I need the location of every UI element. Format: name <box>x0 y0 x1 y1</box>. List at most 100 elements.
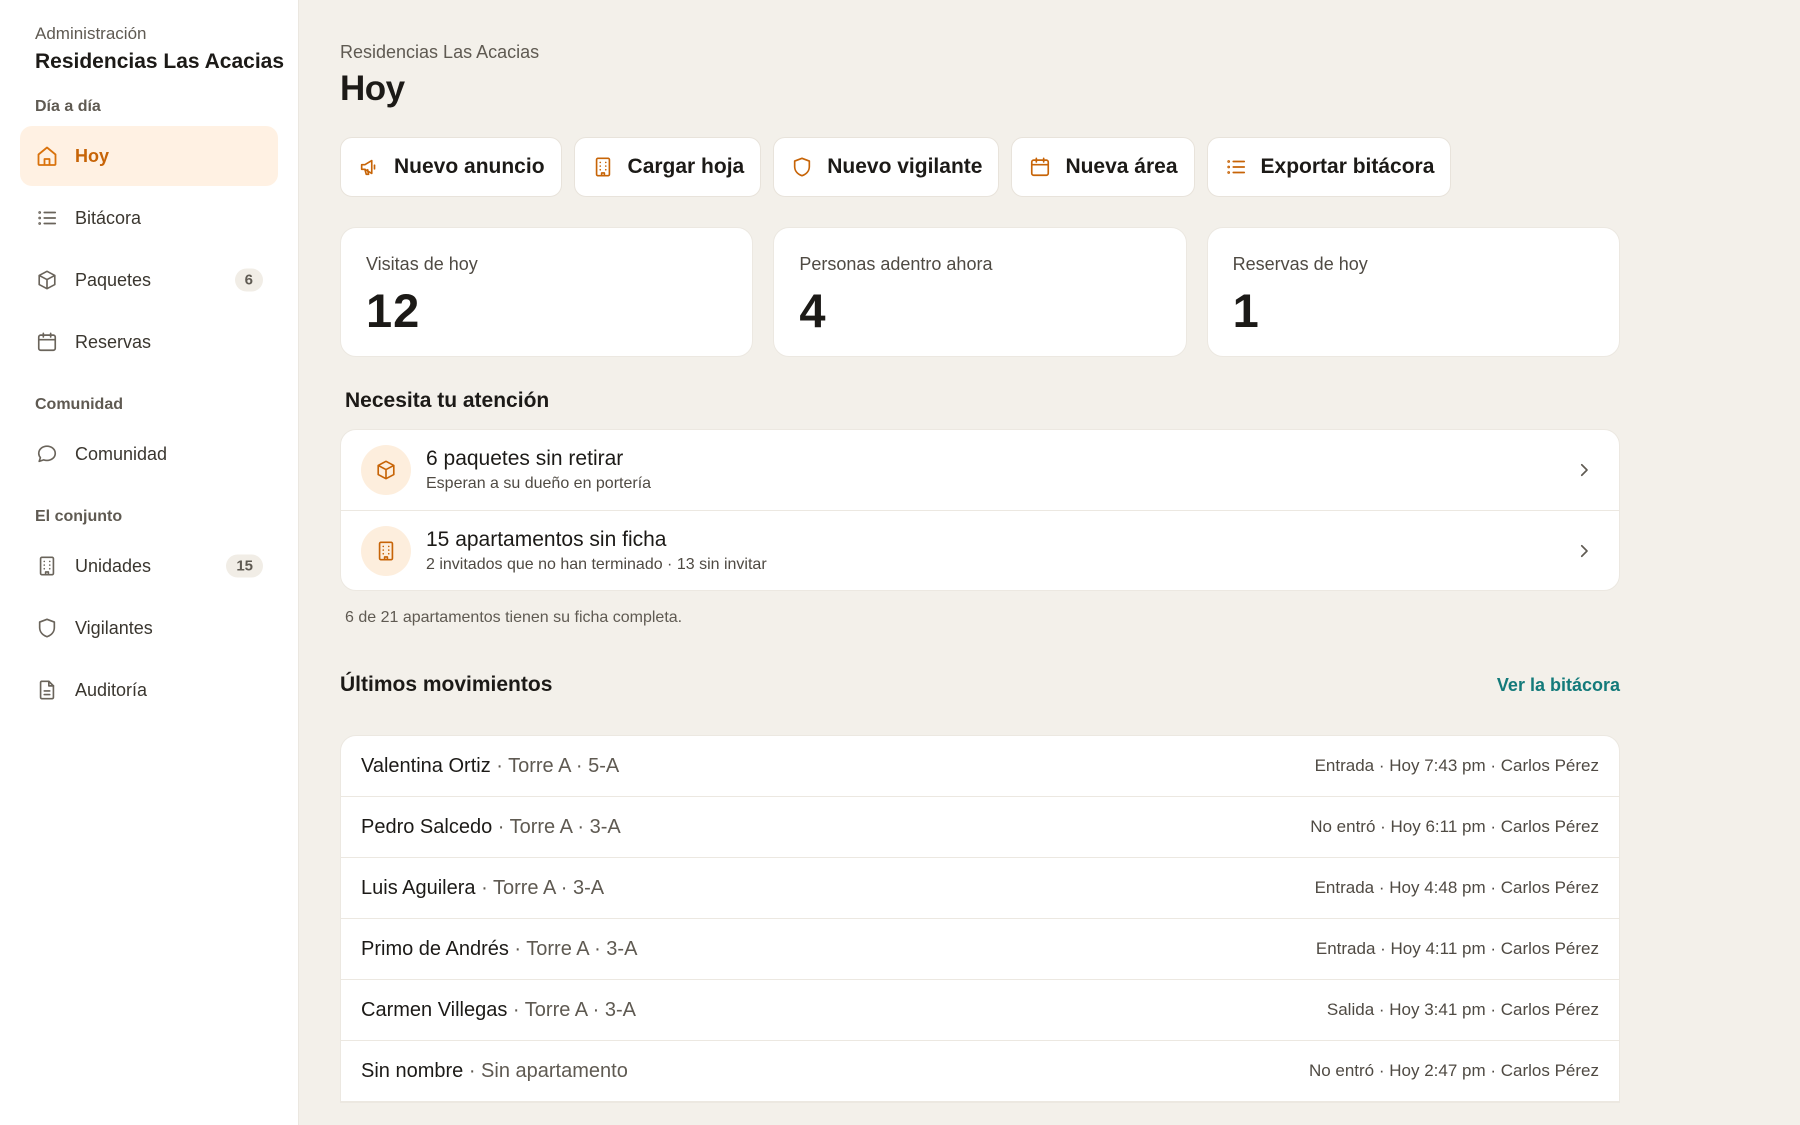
attention-item-units[interactable]: 15 apartamentos sin ficha 2 invitados qu… <box>341 510 1619 590</box>
list-item[interactable]: Carmen Villegas · Torre A · 3-A Salida ·… <box>341 980 1619 1041</box>
page-title: Hoy <box>340 69 405 108</box>
list-item[interactable]: Luis Aguilera · Torre A · 3-A Entrada · … <box>341 858 1619 919</box>
movement-location: · Torre A · 3-A <box>508 937 638 960</box>
sidebar-item-auditoria[interactable]: Auditoría <box>20 660 278 720</box>
stat-value: 1 <box>1232 284 1260 337</box>
completion-note: 6 de 21 apartamentos tienen su ficha com… <box>345 609 683 626</box>
sidebar-item-bitacora[interactable]: Bitácora <box>20 188 278 248</box>
quick-actions: Nuevo anuncio Cargar hoja Nuevo vigilant… <box>340 137 1800 197</box>
sidebar-item-paquetes[interactable]: Paquetes 6 <box>20 250 278 310</box>
section-label-el-conjunto: El conjunto <box>35 508 123 525</box>
building-icon <box>35 554 59 578</box>
movement-person: Valentina Ortiz · Torre A · 5-A <box>361 755 619 778</box>
movement-person: Carmen Villegas · Torre A · 3-A <box>361 999 636 1022</box>
org-kicker: Administración <box>35 24 147 43</box>
movement-location: · Torre A · 3-A <box>475 876 605 899</box>
sidebar-item-unidades[interactable]: Unidades 15 <box>20 536 278 596</box>
sidebar-item-reservas[interactable]: Reservas <box>20 312 278 372</box>
sidebar-item-hoy[interactable]: Hoy <box>20 126 278 186</box>
stat-value: 4 <box>799 284 827 337</box>
stat-label: Visitas de hoy <box>366 254 478 274</box>
sidebar-item-label: Reservas <box>75 331 152 352</box>
stat-card-people-inside: Personas adentro ahora 4 <box>773 227 1187 357</box>
section-label-dia-a-dia: Día a día <box>35 98 101 115</box>
movement-person: Luis Aguilera · Torre A · 3-A <box>361 877 604 900</box>
stat-value: 12 <box>366 284 421 337</box>
app-root: Administración Residencias Las Acacias D… <box>0 0 1800 1125</box>
count-badge: 6 <box>234 268 263 292</box>
megaphone-icon <box>358 156 380 178</box>
movement-location: · Torre A · 5-A <box>490 754 620 777</box>
button-label: Nuevo vigilante <box>827 155 983 178</box>
new-guard-button[interactable]: Nuevo vigilante <box>773 137 1000 197</box>
movement-name: Sin nombre <box>361 1059 464 1082</box>
sidebar-item-label: Auditoría <box>75 679 148 700</box>
chevron-right-icon <box>1575 542 1593 560</box>
attention-item-subtitle: Esperan a su dueño en portería <box>426 475 652 492</box>
list-item[interactable]: Sin nombre · Sin apartamento No entró · … <box>341 1041 1619 1102</box>
attention-item-packages[interactable]: 6 paquetes sin retirar Esperan a su dueñ… <box>341 430 1619 510</box>
movements-heading: Últimos movimientos <box>340 673 553 696</box>
attention-item-text: 15 apartamentos sin ficha 2 invitados qu… <box>426 528 767 574</box>
sidebar-item-vigilantes[interactable]: Vigilantes <box>20 598 278 658</box>
section-label-comunidad: Comunidad <box>35 396 123 413</box>
movements-header: Últimos movimientos Ver la bitácora <box>340 673 1620 697</box>
stat-card-visits: Visitas de hoy 12 <box>340 227 754 357</box>
attention-card: 6 paquetes sin retirar Esperan a su dueñ… <box>340 429 1620 591</box>
button-label: Exportar bitácora <box>1260 155 1435 178</box>
movement-name: Carmen Villegas <box>361 998 508 1021</box>
movement-detail: Salida · Hoy 3:41 pm · Carlos Pérez <box>1326 1000 1599 1019</box>
view-log-link[interactable]: Ver la bitácora <box>1497 675 1620 696</box>
home-icon <box>35 144 59 168</box>
breadcrumb: Residencias Las Acacias <box>340 42 540 62</box>
movement-detail: Entrada · Hoy 4:48 pm · Carlos Pérez <box>1314 878 1599 897</box>
main-content: Residencias Las Acacias Hoy Nuevo anunci… <box>299 0 1800 1125</box>
movement-location: · Sin apartamento <box>463 1059 628 1082</box>
shield-icon <box>791 156 813 178</box>
sidebar-item-comunidad[interactable]: Comunidad <box>20 424 278 484</box>
count-badge: 15 <box>226 554 263 578</box>
package-icon <box>35 268 59 292</box>
list-item[interactable]: Primo de Andrés · Torre A · 3-A Entrada … <box>341 919 1619 980</box>
movement-person: Primo de Andrés · Torre A · 3-A <box>361 938 637 961</box>
movement-detail: Entrada · Hoy 4:11 pm · Carlos Pérez <box>1315 939 1599 958</box>
list-icon <box>35 206 59 230</box>
sidebar: Administración Residencias Las Acacias D… <box>0 0 299 1125</box>
document-icon <box>35 678 59 702</box>
sidebar-item-label: Vigilantes <box>75 617 153 638</box>
attention-item-subtitle: 2 invitados que no han terminado · 13 si… <box>426 555 767 573</box>
movement-detail: No entró · Hoy 2:47 pm · Carlos Pérez <box>1308 1061 1599 1080</box>
attention-heading: Necesita tu atención <box>345 389 550 412</box>
stats-row: Visitas de hoy 12 Personas adentro ahora… <box>340 227 1620 357</box>
movement-location: · Torre A · 3-A <box>507 998 636 1021</box>
button-label: Nuevo anuncio <box>394 155 545 178</box>
shield-icon <box>35 616 59 640</box>
new-area-button[interactable]: Nueva área <box>1011 137 1195 197</box>
org-name[interactable]: Residencias Las Acacias <box>35 50 285 74</box>
movement-person: Sin nombre · Sin apartamento <box>361 1060 628 1083</box>
chevron-right-icon <box>1575 461 1593 479</box>
movement-location: · Torre A · 3-A <box>492 815 621 838</box>
movement-name: Pedro Salcedo <box>361 815 493 838</box>
calendar-icon <box>1029 156 1051 178</box>
export-log-button[interactable]: Exportar bitácora <box>1206 137 1452 197</box>
attention-item-text: 6 paquetes sin retirar Esperan a su dueñ… <box>426 447 651 493</box>
sidebar-item-label: Hoy <box>75 145 110 166</box>
sidebar-item-label: Unidades <box>75 555 152 576</box>
upload-sheet-button[interactable]: Cargar hoja <box>573 137 762 197</box>
building-icon <box>361 525 411 576</box>
stat-card-reservations: Reservas de hoy 1 <box>1206 227 1620 357</box>
attention-item-title: 15 apartamentos sin ficha <box>426 527 667 551</box>
movement-name: Primo de Andrés <box>361 937 509 960</box>
stat-label: Reservas de hoy <box>1232 254 1368 274</box>
sidebar-item-label: Bitácora <box>75 207 142 228</box>
movement-name: Valentina Ortiz <box>361 754 491 777</box>
calendar-icon <box>35 330 59 354</box>
package-icon <box>361 445 411 495</box>
list-item[interactable]: Valentina Ortiz · Torre A · 5-A Entrada … <box>341 736 1619 797</box>
new-announcement-button[interactable]: Nuevo anuncio <box>340 137 562 197</box>
building-icon <box>592 156 614 178</box>
sidebar-item-label: Comunidad <box>75 443 168 464</box>
movement-person: Pedro Salcedo · Torre A · 3-A <box>361 816 621 839</box>
list-item[interactable]: Pedro Salcedo · Torre A · 3-A No entró ·… <box>341 797 1619 858</box>
